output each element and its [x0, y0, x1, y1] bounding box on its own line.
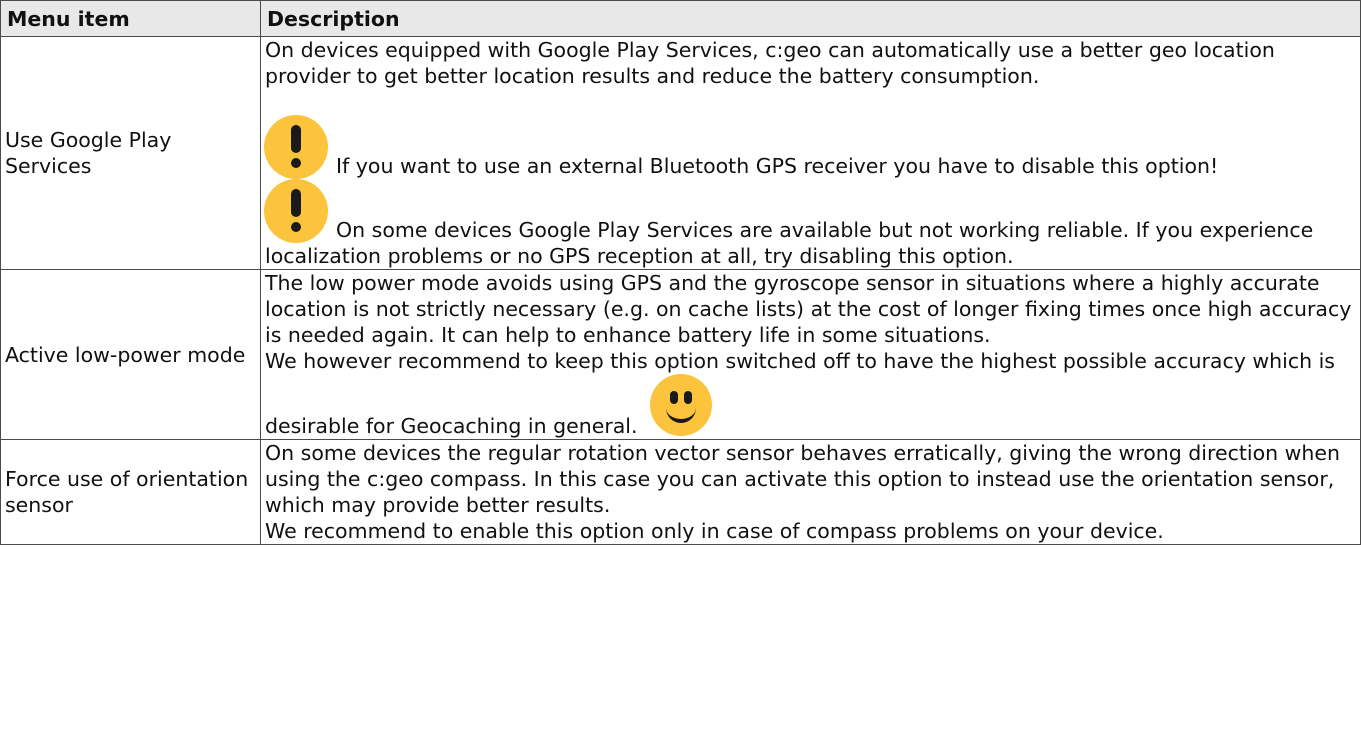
warning-icon — [264, 115, 328, 179]
warning-note: If you want to use an external Bluetooth… — [264, 115, 1356, 179]
description-text: The low power mode avoids using GPS and … — [265, 271, 1352, 347]
recommendation-text: We recommend to enable this option only … — [265, 519, 1164, 543]
table-row: Use Google Play Services On devices equi… — [0, 36, 1361, 270]
description-text: On devices equipped with Google Play Ser… — [265, 38, 1275, 88]
table-row: Force use of orientation sensor On some … — [0, 439, 1361, 545]
options-table: Menu item Description Use Google Play Se… — [0, 0, 1361, 545]
table-row: Active low-power mode The low power mode… — [0, 269, 1361, 440]
header-menu-item: Menu item — [0, 0, 261, 37]
menu-item-active-low-power-mode: Active low-power mode — [0, 269, 261, 440]
warning-icon — [264, 179, 328, 243]
recommendation-note: We however recommend to keep this option… — [265, 348, 1356, 439]
menu-item-force-use-of-orientation-sensor: Force use of orientation sensor — [0, 439, 261, 545]
warning-text: On some devices Google Play Services are… — [265, 218, 1314, 268]
menu-item-use-google-play-services: Use Google Play Services — [0, 36, 261, 270]
description-cell: On devices equipped with Google Play Ser… — [260, 36, 1361, 270]
header-description: Description — [260, 0, 1361, 37]
table-header-row: Menu item Description — [0, 0, 1361, 37]
recommendation-text: We however recommend to keep this option… — [265, 349, 1335, 438]
description-cell: On some devices the regular rotation vec… — [260, 439, 1361, 545]
description-cell: The low power mode avoids using GPS and … — [260, 269, 1361, 440]
warning-text: If you want to use an external Bluetooth… — [336, 154, 1219, 178]
warning-note: On some devices Google Play Services are… — [264, 179, 1356, 269]
smiley-icon — [649, 374, 712, 436]
description-text: On some devices the regular rotation vec… — [265, 441, 1341, 517]
